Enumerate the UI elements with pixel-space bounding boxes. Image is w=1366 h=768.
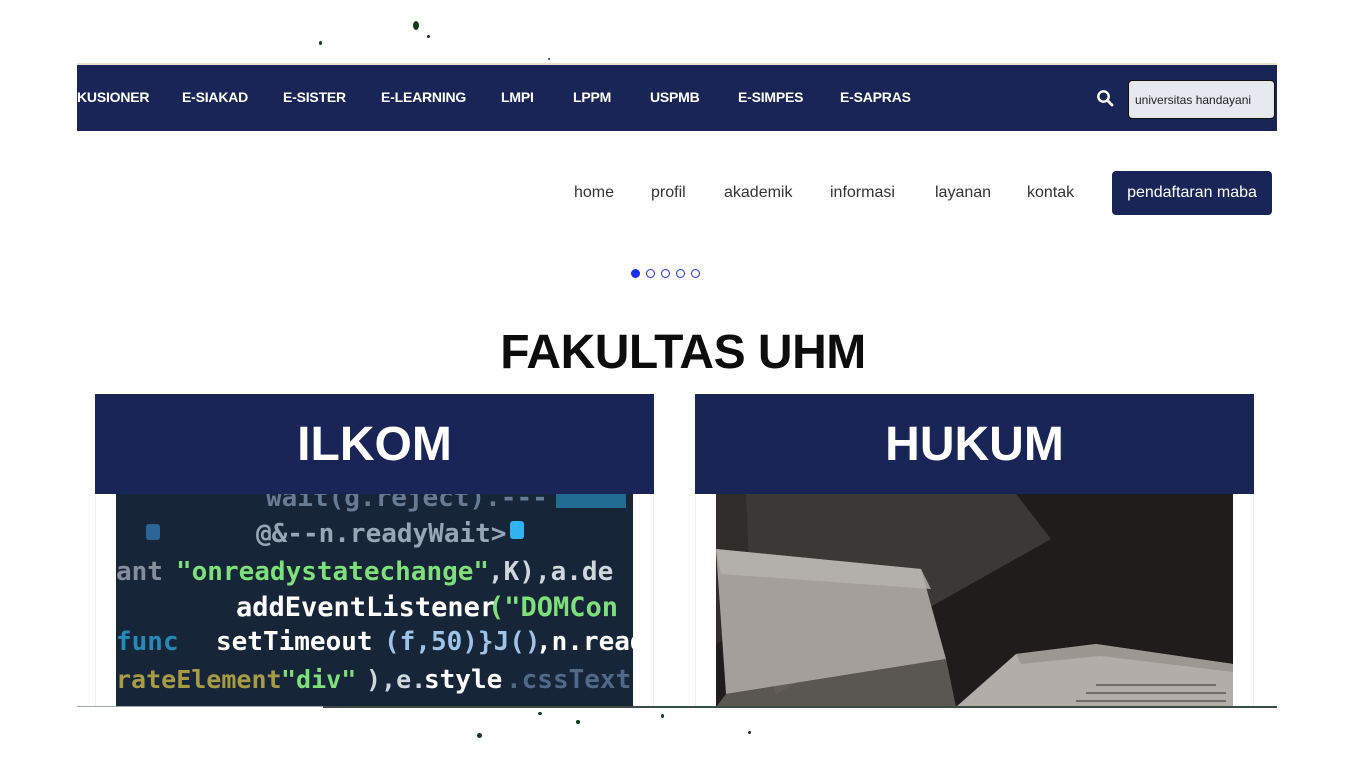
svg-text:(f,50)}J(): (f,50)}J() [384,627,541,657]
svg-text:,n.read: ,n.read [536,627,633,657]
carousel-dot[interactable] [661,269,670,278]
faculty-card-title: HUKUM [695,394,1254,494]
nav-home[interactable]: home [574,184,614,202]
carousel-dot[interactable] [631,269,640,278]
topnav-kuisioner[interactable]: KUSIONER [77,89,149,105]
svg-text:rateElement: rateElement [116,665,282,694]
topnav-e-sapras[interactable]: E-SAPRAS [840,89,911,105]
svg-text:style: style [424,665,502,695]
svg-text:),e.: ),e. [366,665,426,694]
svg-text:,K),a.de: ,K),a.de [488,557,613,587]
speck [748,731,751,734]
svg-text:setTimeout: setTimeout [216,627,373,657]
speck [319,41,322,45]
speck [661,714,664,718]
svg-text:wait(g.reject).---: wait(g.reject).--- [266,494,548,513]
nav-profil[interactable]: profil [651,184,686,202]
topnav-e-siakad[interactable]: E-SIAKAD [182,89,248,105]
search-icon[interactable] [1096,89,1114,107]
carousel-dot[interactable] [676,269,685,278]
nav-layanan[interactable]: layanan [935,184,991,202]
code-picture: wait(g.reject).--- @&--n.readyWait> ant … [116,494,633,707]
topnav-lmpi[interactable]: LMPI [501,89,534,105]
section-title: FAKULTAS UHM [500,326,866,379]
code-image: wait(g.reject).--- @&--n.readyWait> ant … [116,494,633,707]
pendaftaran-maba-button[interactable]: pendaftaran maba [1112,171,1272,215]
books-picture [716,494,1233,707]
svg-text:addEventListener: addEventListener [236,592,496,623]
nav-informasi[interactable]: informasi [830,184,895,202]
speck [477,733,482,738]
faculty-card-ilkom[interactable]: ILKOM wait(g.reject).--- @&--n.readyWait… [95,394,654,707]
divider [323,706,1277,708]
topnav-e-sister[interactable]: E-SISTER [283,89,346,105]
topnav-e-learning[interactable]: E-LEARNING [381,89,466,105]
faculty-card-hukum[interactable]: HUKUM [695,394,1254,707]
svg-text:"onreadystatechange": "onreadystatechange" [176,557,489,587]
speck [548,58,550,60]
books-image [716,494,1233,707]
topnav-uspmb[interactable]: USPMB [650,89,700,105]
svg-text:func: func [116,627,179,657]
nav-akademik[interactable]: akademik [724,184,792,202]
search-input[interactable] [1128,80,1275,119]
svg-text:("DOMCon: ("DOMCon [488,592,618,623]
svg-text:ant: ant [116,557,163,587]
carousel-dot[interactable] [646,269,655,278]
speck [413,21,419,30]
svg-text:"div": "div" [281,665,356,694]
speck [427,35,430,38]
carousel-dot[interactable] [691,269,700,278]
svg-text:.cssText: .cssText [506,665,631,695]
faculty-card-title: ILKOM [95,394,654,494]
speck [538,712,542,715]
topnav-e-simpes[interactable]: E-SIMPES [738,89,804,105]
speck [576,720,580,724]
top-navbar: KUSIONER E-SIAKAD E-SISTER E-LEARNING LM… [77,63,1277,131]
svg-text:@&--n.readyWait>: @&--n.readyWait> [256,519,506,549]
topnav-lppm[interactable]: LPPM [573,89,611,105]
nav-kontak[interactable]: kontak [1027,184,1074,202]
carousel-indicators [631,269,700,278]
